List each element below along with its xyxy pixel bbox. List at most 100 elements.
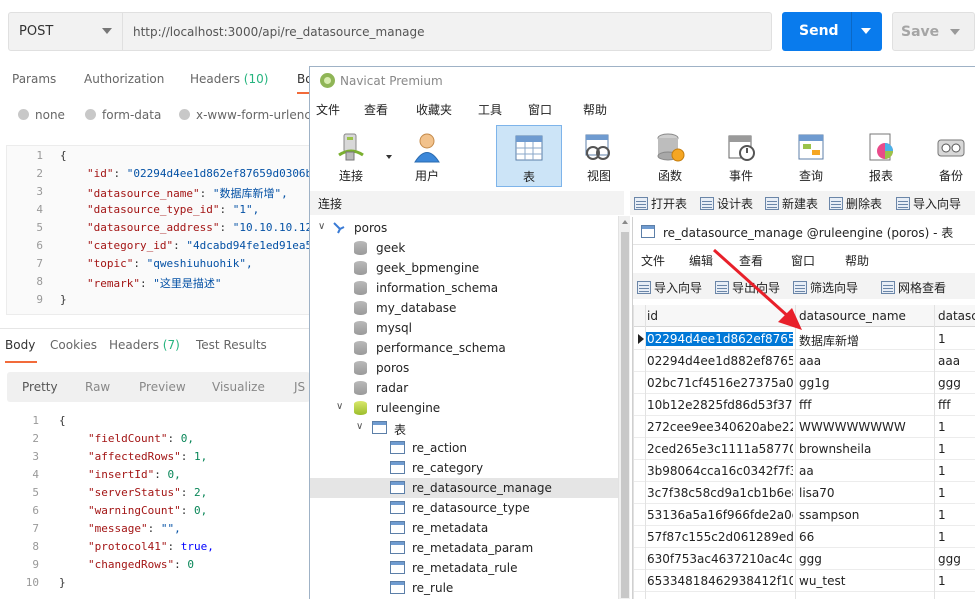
radio-form-data[interactable]: form-data — [85, 108, 161, 122]
menu-window[interactable]: 窗口 — [528, 101, 552, 118]
toolbar-table-button[interactable]: 表 — [496, 125, 562, 187]
table-row[interactable]: 65334818462938412f10b wu_test 1 — [633, 570, 975, 592]
view-visualize[interactable]: Visualize — [212, 380, 265, 394]
toolbar-report-button[interactable]: 报表 — [848, 125, 914, 187]
table-cell[interactable]: 53136a5a16f966fde2a0d — [645, 508, 793, 522]
table-row[interactable]: 02294d4ee1d882ef87659 aaa aaa — [633, 350, 975, 372]
table-cell[interactable]: aa — [799, 464, 933, 478]
column-header[interactable]: id — [647, 309, 658, 323]
table-cell[interactable]: fff — [799, 398, 933, 412]
table-cell[interactable]: 数据库新增 — [799, 332, 933, 349]
view-format-select[interactable]: JS — [294, 380, 305, 394]
menu-tools[interactable]: 工具 — [478, 101, 502, 118]
delete-table-button[interactable]: 删除表 — [829, 195, 882, 212]
data-grid[interactable]: id datasource_name datasc 02294d4ee1d862ef8… — [633, 305, 975, 599]
dropdown-arrow-icon[interactable] — [386, 155, 392, 159]
tree-table[interactable]: re_datasource_manage — [310, 478, 618, 498]
menu-window[interactable]: 窗口 — [791, 252, 815, 269]
tree-database[interactable]: my_database — [310, 298, 618, 318]
menu-edit[interactable]: 编辑 — [689, 252, 713, 269]
menu-file[interactable]: 文件 — [641, 252, 665, 269]
table-row[interactable]: 630f753ac4637210ac4cc5 ggg ggg — [633, 548, 975, 570]
toolbar-view-button[interactable]: 视图 — [566, 125, 632, 187]
table-cell[interactable]: ggg — [799, 552, 933, 566]
table-cell[interactable]: ggg — [938, 376, 975, 390]
tree-connection-poros[interactable]: ∨ poros — [310, 218, 618, 238]
scroll-thumb[interactable] — [621, 232, 629, 598]
table-cell[interactable]: fff — [938, 398, 975, 412]
grid-view-button[interactable]: 网格查看 — [881, 279, 946, 296]
table-cell[interactable]: 02bc71cf4516e27375a0e — [645, 376, 793, 390]
import-wizard-button[interactable]: 导入向导 — [896, 195, 961, 212]
table-row[interactable]: 02294d4ee1d862ef87659 数据库新增 1 — [633, 328, 975, 350]
expand-chevron-icon[interactable]: ∨ — [356, 421, 363, 432]
tab-response-headers[interactable]: Headers (7) — [109, 338, 180, 352]
tree-database[interactable]: geek — [310, 238, 618, 258]
view-raw[interactable]: Raw — [85, 380, 110, 394]
design-table-button[interactable]: 设计表 — [700, 195, 753, 212]
tree-table[interactable]: re_metadata_rule — [310, 558, 618, 578]
menu-view[interactable]: 查看 — [739, 252, 763, 269]
column-header[interactable]: datasc — [938, 309, 975, 323]
toolbar-user-button[interactable]: 用户 — [394, 125, 460, 187]
tree-table[interactable]: re_rule — [310, 578, 618, 598]
table-cell[interactable]: 10b12e2825fd86d53f37cl — [645, 398, 793, 412]
open-table-button[interactable]: 打开表 — [634, 195, 687, 212]
send-options-chevron-icon[interactable] — [861, 28, 871, 34]
send-button[interactable]: Send — [782, 12, 882, 51]
menu-favorites[interactable]: 收藏夹 — [416, 101, 452, 118]
radio-none[interactable]: none — [18, 108, 65, 122]
menu-help[interactable]: 帮助 — [583, 101, 607, 118]
table-cell[interactable]: 02294d4ee1d862ef87659 — [645, 332, 793, 346]
table-cell[interactable]: ggg — [938, 552, 975, 566]
column-header[interactable]: datasource_name — [799, 309, 906, 323]
table-cell[interactable]: 1 — [938, 574, 975, 588]
tree-database[interactable]: geek_bpmengine — [310, 258, 618, 278]
new-table-button[interactable]: 新建表 — [765, 195, 818, 212]
table-cell[interactable]: 1 — [938, 442, 975, 456]
table-row[interactable]: 3b98064cca16c0342f7f39 aa 1 — [633, 460, 975, 482]
scroll-up-icon[interactable] — [622, 220, 628, 224]
menu-view[interactable]: 查看 — [364, 101, 388, 118]
tab-cookies[interactable]: Cookies — [50, 338, 97, 352]
view-preview[interactable]: Preview — [139, 380, 186, 394]
table-cell[interactable]: 1 — [938, 508, 975, 522]
table-cell[interactable]: 3c7f38c58cd9a1cb1b6e8 — [645, 486, 793, 500]
table-cell[interactable]: lisa70 — [799, 486, 933, 500]
table-cell[interactable]: aaa — [799, 354, 933, 368]
filter-wizard-button[interactable]: 筛选向导 — [793, 279, 858, 296]
table-cell[interactable]: 57f87c155c2d061289ed4 — [645, 530, 793, 544]
request-body-editor[interactable]: 1{2 "id": "02294d4ee1d862ef87659d0306b 3 "d… — [6, 145, 310, 315]
table-row[interactable]: 57f87c155c2d061289ed4 66 1 — [633, 526, 975, 548]
toolbar-query-button[interactable]: 查询 — [778, 125, 844, 187]
table-cell[interactable]: 1 — [938, 420, 975, 434]
tree-database[interactable]: poros — [310, 358, 618, 378]
table-cell[interactable]: wu_test — [799, 574, 933, 588]
table-cell[interactable]: 630f753ac4637210ac4cc5 — [645, 552, 793, 566]
table-row[interactable]: 3c7f38c58cd9a1cb1b6e8 lisa70 1 — [633, 482, 975, 504]
table-cell[interactable]: 1 — [938, 530, 975, 544]
http-method-select[interactable]: POST — [8, 12, 123, 51]
menu-file[interactable]: 文件 — [316, 101, 340, 118]
table-cell[interactable]: WWWWWWWWW — [799, 420, 933, 434]
table-cell[interactable]: 1 — [938, 486, 975, 500]
table-cell[interactable]: aaa — [938, 354, 975, 368]
toolbar-function-button[interactable]: 函数 — [637, 125, 703, 187]
response-body-viewer[interactable]: 1{2 "fieldCount": 0, 3 "affectedRows": 1, 4 "… — [6, 412, 310, 599]
export-wizard-button[interactable]: 导出向导 — [715, 279, 780, 296]
menu-help[interactable]: 帮助 — [845, 252, 869, 269]
tree-database[interactable]: radar — [310, 378, 618, 398]
table-cell[interactable]: 1 — [938, 332, 975, 346]
toolbar-connection-button[interactable]: 连接 — [318, 125, 392, 187]
toolbar-event-button[interactable]: 事件 — [708, 125, 774, 187]
tree-table[interactable]: re_metadata_param — [310, 538, 618, 558]
radio-x-www-form-urlencoded[interactable]: x-www-form-urlenco — [179, 108, 318, 122]
table-row[interactable]: 10b12e2825fd86d53f37cl fff fff — [633, 394, 975, 416]
tree-table[interactable]: re_action — [310, 438, 618, 458]
tree-database[interactable]: mysql — [310, 318, 618, 338]
expand-chevron-icon[interactable]: ∨ — [318, 221, 325, 232]
tree-database[interactable]: information_schema — [310, 278, 618, 298]
table-row[interactable]: 02bc71cf4516e27375a0e gg1g ggg — [633, 372, 975, 394]
table-cell[interactable]: 2ced265e3c1111a587709 — [645, 442, 793, 456]
tree-tables-node[interactable]: ∨ 表 — [310, 418, 618, 438]
